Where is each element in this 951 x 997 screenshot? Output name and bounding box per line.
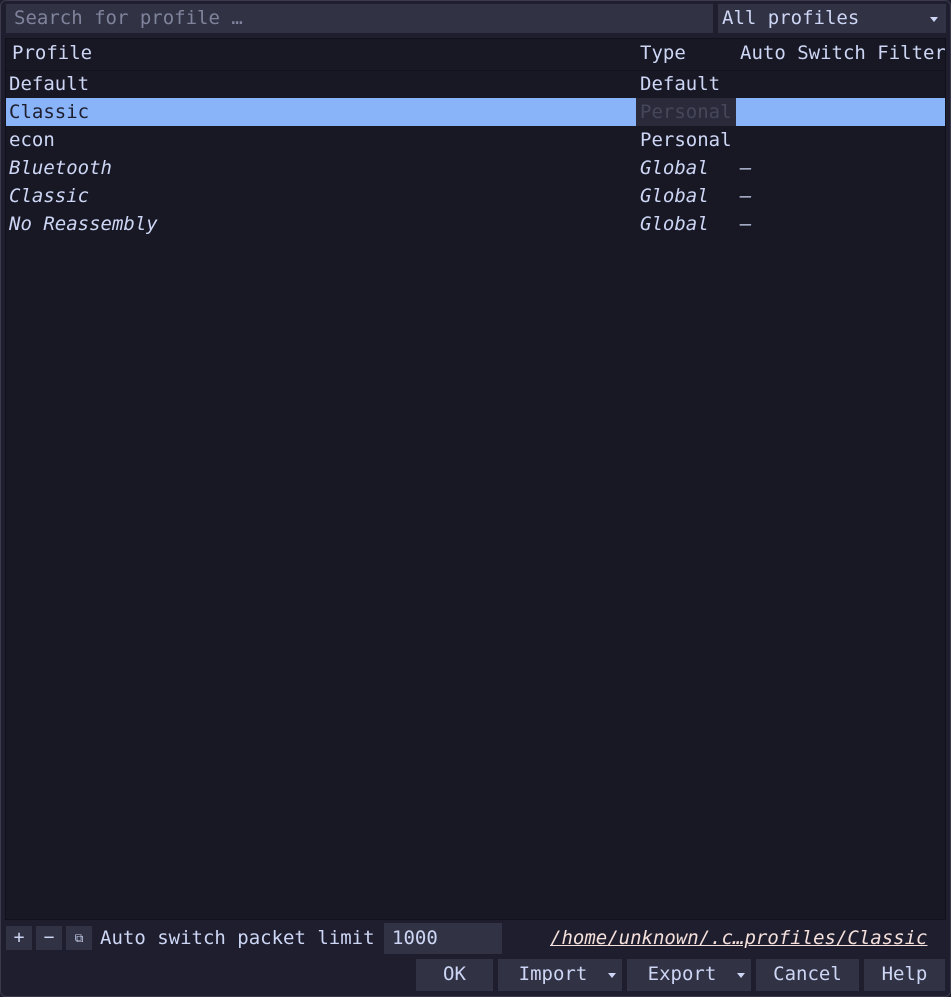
profile-filter-value: All profiles: [722, 7, 860, 29]
profile-filter-select[interactable]: All profiles: [718, 4, 946, 33]
column-header-type[interactable]: Type: [640, 42, 686, 64]
minus-icon: −: [43, 927, 55, 948]
profile-manager-window: Search for profile … All profiles Profil…: [0, 0, 951, 997]
profile-type: Global: [640, 157, 709, 179]
copy-icon: ⧉: [74, 931, 84, 945]
table-header: Profile Type Auto Switch Filter: [6, 39, 945, 71]
help-button[interactable]: Help: [864, 959, 945, 991]
profile-type: Personal: [640, 101, 732, 123]
import-button[interactable]: Import: [498, 959, 622, 991]
profile-name: Default: [9, 73, 90, 95]
help-label: Help: [881, 963, 928, 985]
export-label: Export: [647, 963, 717, 985]
profile-type: Global: [640, 213, 709, 235]
cancel-label: Cancel: [773, 963, 842, 985]
chevron-down-icon: [930, 17, 938, 22]
chevron-down-icon: [737, 973, 745, 978]
profile-name: econ: [9, 129, 55, 151]
bottom-toolbar: + − ⧉ Auto switch packet limit 1000 /hom…: [1, 921, 950, 957]
remove-profile-button[interactable]: −: [36, 926, 62, 950]
table-row[interactable]: Bluetooth Global –: [6, 154, 945, 182]
table-row[interactable]: No Reassembly Global –: [6, 210, 945, 238]
profile-filter: –: [740, 185, 752, 207]
profile-type: Personal: [640, 129, 732, 151]
table-row[interactable]: Classic Global –: [6, 182, 945, 210]
ok-label: OK: [443, 963, 466, 985]
profile-type: Global: [640, 185, 709, 207]
cancel-button[interactable]: Cancel: [756, 959, 859, 991]
table-row[interactable]: Default Default: [6, 70, 945, 98]
profiles-table: Profile Type Auto Switch Filter Default …: [5, 38, 946, 920]
packet-limit-label: Auto switch packet limit: [100, 927, 375, 949]
profile-filter: –: [740, 157, 752, 179]
profile-type: Default: [640, 73, 721, 95]
profile-path-link[interactable]: /home/unknown/.c…profiles/Classic: [550, 927, 928, 949]
copy-profile-button[interactable]: ⧉: [66, 926, 92, 950]
table-row-selected[interactable]: Classic Personal: [6, 98, 945, 126]
column-header-auto-switch-filter[interactable]: Auto Switch Filter: [740, 42, 945, 64]
ok-button[interactable]: OK: [416, 959, 493, 991]
profile-name: Bluetooth: [9, 157, 112, 179]
plus-icon: +: [13, 927, 25, 948]
chevron-down-icon: [608, 973, 616, 978]
import-label: Import: [518, 963, 588, 985]
add-profile-button[interactable]: +: [6, 926, 32, 950]
profile-filter: –: [740, 213, 752, 235]
packet-limit-input[interactable]: 1000: [384, 923, 502, 954]
search-input[interactable]: Search for profile …: [6, 4, 713, 33]
table-row[interactable]: econ Personal: [6, 126, 945, 154]
export-button[interactable]: Export: [627, 959, 751, 991]
profile-name: Classic: [9, 185, 90, 207]
profile-name: Classic: [9, 101, 90, 123]
profile-name: No Reassembly: [9, 213, 158, 235]
profile-type-cell: Personal: [636, 98, 736, 126]
column-header-profile[interactable]: Profile: [12, 42, 92, 64]
